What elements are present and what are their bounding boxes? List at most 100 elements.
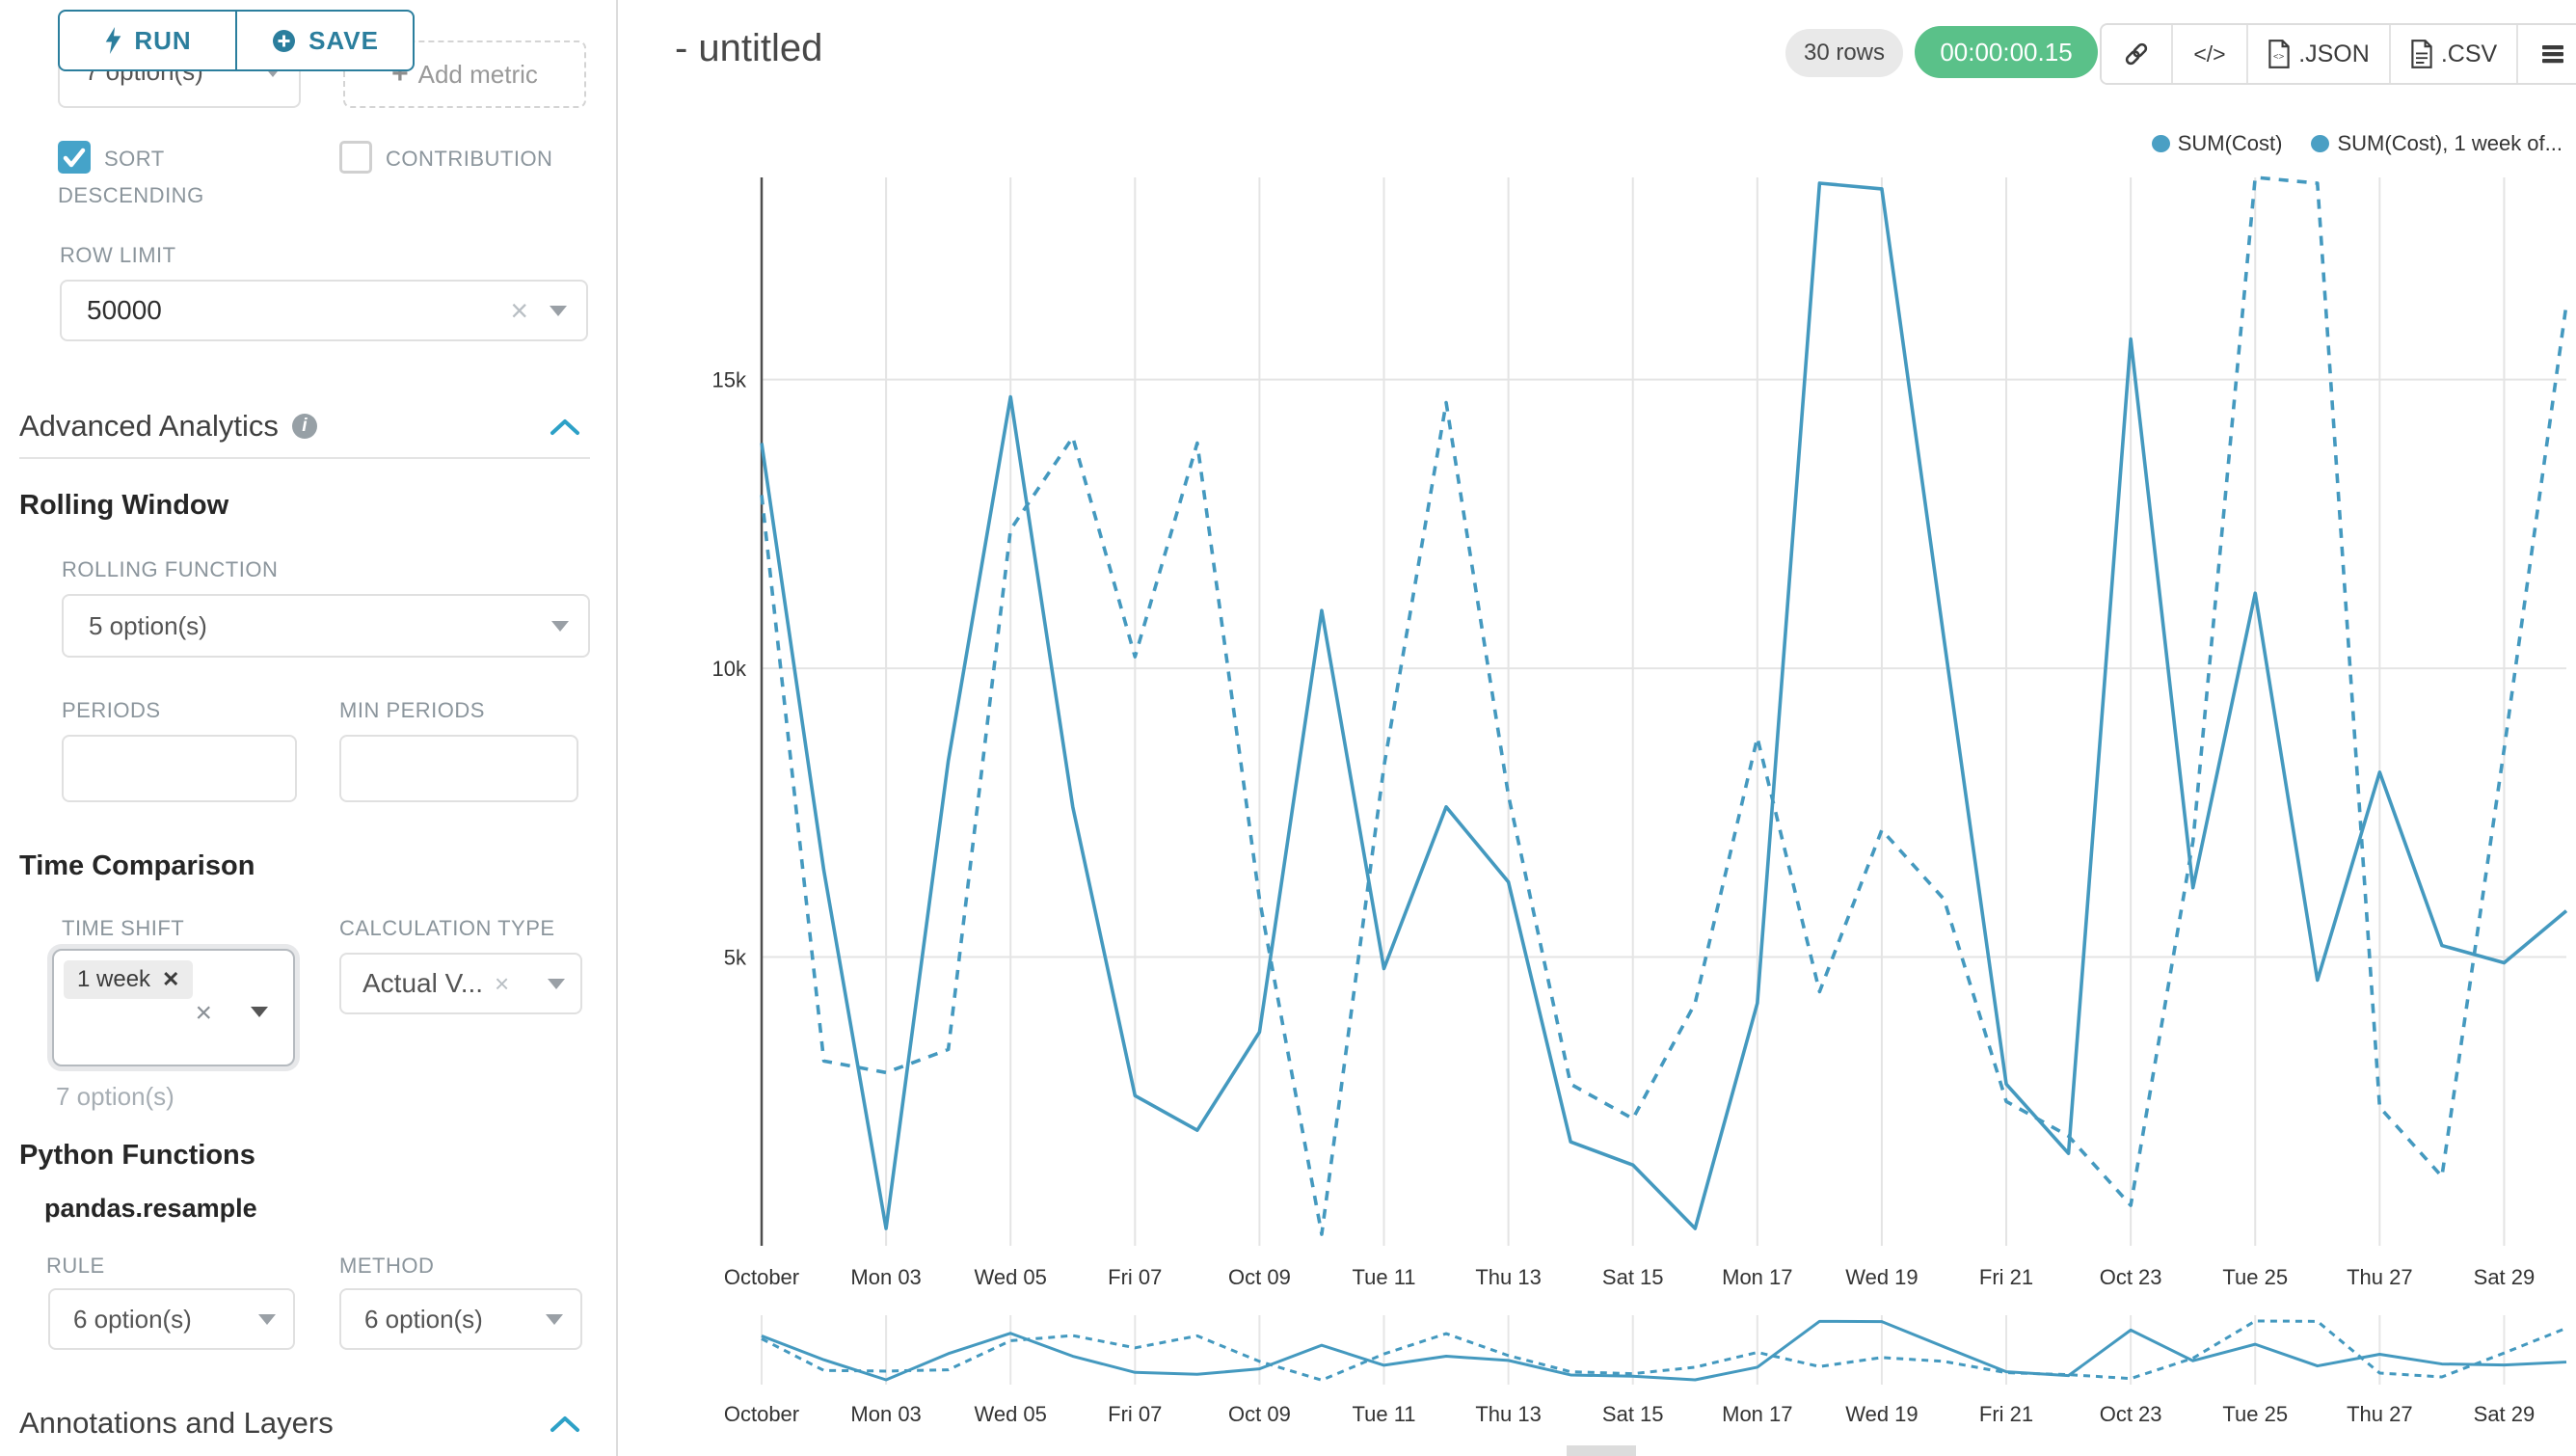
contribution-checkbox[interactable] <box>339 141 372 174</box>
svg-text:Thu 13: Thu 13 <box>1475 1402 1542 1426</box>
svg-text:Oct 09: Oct 09 <box>1228 1265 1291 1289</box>
calculation-type-select[interactable]: Actual V... × <box>339 953 582 1014</box>
svg-text:Tue 11: Tue 11 <box>1352 1402 1415 1426</box>
sort-descending-label-line1: SORT <box>104 147 165 172</box>
svg-text:5k: 5k <box>724 946 747 970</box>
svg-text:Fri 21: Fri 21 <box>1979 1265 2033 1289</box>
advanced-analytics-header[interactable]: Advanced Analytics i <box>19 409 317 444</box>
rolling-function-label: ROLLING FUNCTION <box>62 557 278 582</box>
control-panel: 7 option(s) + Add metric RUN SAVE <box>0 0 617 1456</box>
chevron-down-icon[interactable] <box>548 979 565 989</box>
time-comparison-title: Time Comparison <box>19 850 255 882</box>
save-button[interactable]: SAVE <box>235 12 413 69</box>
run-button[interactable]: RUN <box>60 12 235 69</box>
svg-text:October: October <box>724 1402 799 1426</box>
time-shift-multiselect[interactable]: 1 week ✕ × <box>52 949 295 1066</box>
svg-text:Tue 25: Tue 25 <box>2222 1402 2288 1426</box>
periods-input[interactable] <box>62 735 297 802</box>
svg-text:Oct 09: Oct 09 <box>1228 1402 1291 1426</box>
clear-icon[interactable]: × <box>510 301 528 320</box>
svg-text:Thu 27: Thu 27 <box>2347 1265 2413 1289</box>
advanced-analytics-title: Advanced Analytics <box>19 409 279 444</box>
export-csv-label: .CSV <box>2441 40 2497 68</box>
time-shift-hint: 7 option(s) <box>56 1082 174 1112</box>
min-periods-input[interactable] <box>339 735 578 802</box>
rule-value: 6 option(s) <box>73 1305 192 1335</box>
chart-menu-button[interactable] <box>2516 25 2576 83</box>
explore-page: 7 option(s) + Add metric RUN SAVE <box>0 0 2576 1456</box>
rule-label: RULE <box>46 1254 105 1279</box>
run-button-label: RUN <box>134 26 191 56</box>
svg-text:Wed 19: Wed 19 <box>1845 1265 1918 1289</box>
method-select[interactable]: 6 option(s) <box>339 1288 582 1350</box>
time-shift-label: TIME SHIFT <box>62 916 184 941</box>
calculation-type-label: CALCULATION TYPE <box>339 916 555 941</box>
svg-text:Wed 05: Wed 05 <box>974 1265 1046 1289</box>
row-limit-value: 50000 <box>87 295 162 326</box>
chevron-up-icon[interactable] <box>550 1416 580 1433</box>
sort-descending-checkbox[interactable] <box>58 141 91 174</box>
svg-text:Sat 29: Sat 29 <box>2474 1402 2536 1426</box>
run-save-button-group: RUN SAVE <box>58 10 415 71</box>
time-shift-tag: 1 week ✕ <box>64 960 193 999</box>
row-limit-label: ROW LIMIT <box>60 243 176 268</box>
svg-text:Mon 03: Mon 03 <box>850 1265 921 1289</box>
sort-descending-label-line2: DESCENDING <box>58 183 204 208</box>
export-json-label: .JSON <box>2298 40 2370 68</box>
rule-select[interactable]: 6 option(s) <box>48 1288 295 1350</box>
export-json-button[interactable]: <> .JSON <box>2246 25 2389 83</box>
plus-circle-icon <box>271 28 297 54</box>
chevron-down-icon <box>551 621 569 632</box>
svg-text:Oct 23: Oct 23 <box>2100 1265 2162 1289</box>
svg-text:<>: <> <box>2273 51 2285 62</box>
svg-text:15k: 15k <box>712 368 747 392</box>
embed-code-button[interactable]: </> <box>2171 25 2246 83</box>
rows-count-badge: 30 rows <box>1785 29 1903 77</box>
link-icon <box>2123 40 2150 67</box>
calculation-type-value: Actual V... <box>362 968 483 999</box>
svg-text:Wed 19: Wed 19 <box>1845 1402 1918 1426</box>
python-functions-title: Python Functions <box>19 1140 255 1172</box>
chevron-down-icon[interactable] <box>550 306 567 316</box>
share-link-button[interactable] <box>2102 25 2171 83</box>
rolling-window-title: Rolling Window <box>19 490 228 522</box>
save-button-label: SAVE <box>309 26 379 56</box>
bottom-partial-chip <box>1567 1445 1636 1456</box>
svg-text:Sat 15: Sat 15 <box>1602 1402 1664 1426</box>
clear-icon[interactable]: × <box>195 997 212 1030</box>
svg-text:Fri 07: Fri 07 <box>1108 1265 1162 1289</box>
chevron-down-icon[interactable] <box>251 1007 268 1017</box>
chart-title[interactable]: - untitled <box>675 27 822 70</box>
svg-text:Fri 07: Fri 07 <box>1108 1402 1162 1426</box>
svg-text:Tue 25: Tue 25 <box>2222 1265 2288 1289</box>
svg-text:October: October <box>724 1265 799 1289</box>
svg-text:10k: 10k <box>712 657 747 681</box>
export-csv-button[interactable]: .CSV <box>2389 25 2516 83</box>
chevron-down-icon <box>258 1314 276 1325</box>
csv-file-icon <box>2410 40 2433 68</box>
main-chart[interactable]: October Mon 03 Wed 05 Fri 07 Oct 09 Tue 11 Thu… <box>617 116 2576 1302</box>
time-shift-tag-label: 1 week <box>77 966 150 993</box>
query-timer-badge: 00:00:00.15 <box>1915 26 2098 78</box>
preview-strip-chart[interactable]: OctoberMon 03Wed 05Fri 07Oct 09Tue 11Thu… <box>617 1292 2576 1456</box>
lightning-icon <box>103 27 122 54</box>
remove-tag-icon[interactable]: ✕ <box>162 967 179 992</box>
clear-icon[interactable]: × <box>495 974 509 993</box>
min-periods-label: MIN PERIODS <box>339 698 485 723</box>
svg-text:Wed 05: Wed 05 <box>974 1402 1046 1426</box>
row-limit-select[interactable]: 50000 × <box>60 280 588 341</box>
rolling-function-select[interactable]: 5 option(s) <box>62 594 590 658</box>
chevron-up-icon[interactable] <box>550 418 580 436</box>
check-icon <box>58 141 91 174</box>
annotations-layers-title: Annotations and Layers <box>19 1406 334 1441</box>
periods-label: PERIODS <box>62 698 161 723</box>
svg-text:Mon 17: Mon 17 <box>1722 1265 1792 1289</box>
add-metric-label: Add metric <box>418 60 538 90</box>
svg-text:Thu 13: Thu 13 <box>1475 1265 1542 1289</box>
svg-text:Sat 15: Sat 15 <box>1602 1265 1664 1289</box>
chevron-down-icon <box>546 1314 563 1325</box>
contribution-label: CONTRIBUTION <box>386 147 552 172</box>
svg-text:Tue 11: Tue 11 <box>1352 1265 1415 1289</box>
method-label: METHOD <box>339 1254 434 1279</box>
python-functions-subtitle: pandas.resample <box>44 1194 257 1224</box>
